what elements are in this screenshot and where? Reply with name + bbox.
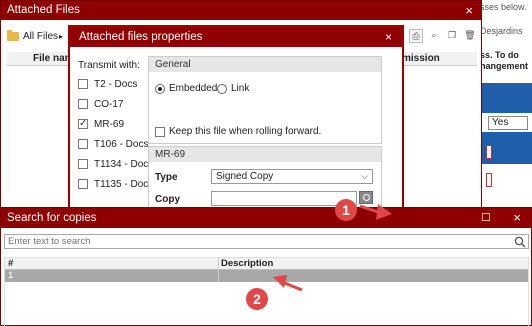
copy-field[interactable]: [211, 191, 357, 206]
transmit-with-label: Transmit with:: [78, 60, 140, 71]
general-group: General Embedded Link Keep this file whe…: [148, 56, 382, 144]
transmit-item-t1135[interactable]: T1135 - Docs: [78, 178, 153, 191]
attached-files-title: Attached Files: [7, 4, 80, 16]
column-divider: [218, 258, 219, 282]
annotation-badge-2: 2: [246, 288, 268, 310]
bg-text-2: Desjardins: [480, 26, 523, 36]
search-copies-titlebar: Search for copies ☐ ×: [1, 208, 531, 228]
bg-blue-panel: [478, 83, 532, 113]
checkbox[interactable]: [78, 99, 88, 109]
search-copies-dialog: Search for copies ☐ × # Description 1: [0, 207, 532, 326]
transmit-item-t106[interactable]: T106 - Docs: [78, 138, 148, 151]
bg-red-marker: [486, 145, 492, 159]
keep-file-label: Keep this file when rolling forward.: [169, 126, 322, 137]
bg-text-4: hangement: [480, 61, 529, 71]
transmit-item-label: MR-69: [94, 119, 125, 130]
copies-search-input[interactable]: [4, 234, 529, 249]
bg-red-marker-2: [486, 173, 492, 187]
row-number: 1: [8, 270, 14, 281]
checkbox[interactable]: [78, 139, 88, 149]
bg-text-3: ss. To do: [480, 50, 519, 60]
search-icon[interactable]: ⌕: [427, 29, 441, 43]
transmit-item-label: T1135 - Docs: [94, 179, 154, 190]
copy-search-button[interactable]: [359, 191, 373, 204]
copies-grid: # Description 1: [4, 257, 529, 326]
checkbox[interactable]: [78, 159, 88, 169]
type-select-value: Signed Copy: [216, 171, 274, 182]
delete-icon[interactable]: 🗑: [463, 29, 477, 43]
copies-grid-header: # Description: [5, 258, 528, 270]
search-copies-close-icon[interactable]: ×: [513, 208, 521, 228]
column-transmission[interactable]: mission: [402, 53, 440, 64]
mr69-header: MR-69: [149, 147, 381, 162]
properties-dialog: Attached files properties × Transmit wit…: [68, 25, 404, 215]
properties-titlebar: Attached files properties ×: [70, 27, 402, 47]
maximize-icon[interactable]: ☐: [481, 208, 491, 228]
type-label: Type: [155, 172, 178, 183]
transmit-item-t1134[interactable]: T1134 - Docs: [78, 158, 153, 171]
embedded-label: Embedded: [169, 83, 218, 94]
transmit-item-label: T2 - Docs: [94, 79, 138, 90]
table-row[interactable]: 1: [5, 270, 528, 282]
copy-label: Copy: [155, 194, 180, 205]
search-copies-title: Search for copies: [7, 212, 97, 224]
column-number[interactable]: #: [8, 258, 13, 270]
transmit-item-label: CO-17: [94, 99, 124, 110]
properties-title: Attached files properties: [79, 31, 203, 43]
keep-file-checkbox[interactable]: [155, 127, 165, 137]
attach-icon[interactable]: ⎙: [409, 29, 423, 43]
annotation-badge-1: 1: [335, 199, 357, 221]
attached-files-close-icon[interactable]: ×: [465, 1, 473, 20]
transmit-item-co17[interactable]: CO-17: [78, 98, 123, 111]
search-icon[interactable]: [514, 236, 526, 248]
chevron-right-icon[interactable]: ▸: [59, 28, 63, 46]
transmit-item-mr69[interactable]: MR-69: [78, 117, 125, 131]
checkbox-checked[interactable]: [78, 117, 88, 130]
embedded-radio[interactable]: [155, 84, 165, 94]
folder-icon: [7, 30, 19, 41]
checkbox[interactable]: [78, 79, 88, 89]
properties-close-icon[interactable]: ×: [385, 27, 392, 47]
column-description[interactable]: Description: [221, 258, 273, 270]
general-header: General: [149, 57, 381, 72]
all-files-label: All Files: [23, 31, 59, 42]
transmit-item-t2[interactable]: T2 - Docs: [78, 78, 137, 91]
link-radio[interactable]: [217, 84, 227, 94]
checkbox[interactable]: [78, 179, 88, 189]
all-files-filter[interactable]: All Files: [7, 28, 58, 46]
link-label: Link: [231, 83, 250, 94]
type-select[interactable]: Signed Copy ⌵: [211, 169, 373, 184]
transmit-item-label: T1134 - Docs: [94, 159, 154, 170]
copy-icon[interactable]: ❐: [445, 29, 459, 43]
bg-yes-select[interactable]: Yes: [488, 116, 528, 130]
bg-text-1: sses below.: [480, 2, 527, 12]
transmit-item-label: T106 - Docs: [94, 139, 149, 150]
attached-files-titlebar: Attached Files ×: [1, 1, 481, 20]
chevron-down-icon: ⌵: [361, 171, 368, 181]
